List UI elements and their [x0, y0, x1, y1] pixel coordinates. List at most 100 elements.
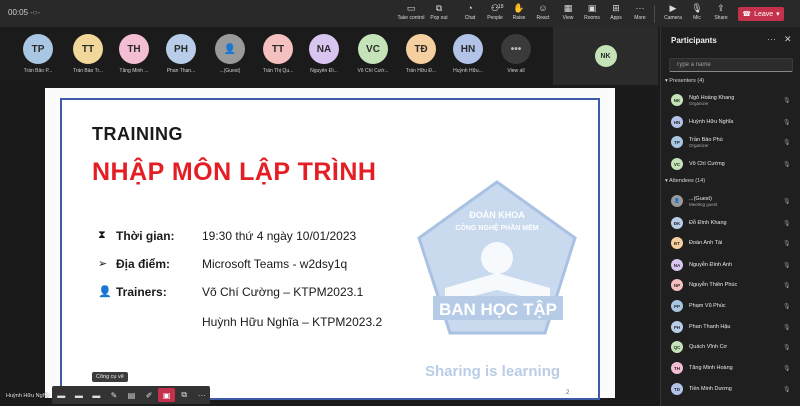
drawing-tool-tooltip: Công cụ vẽ — [92, 372, 128, 382]
participant-row[interactable]: NA Nguyễn Đình Anh 🎙 — [671, 256, 797, 274]
raise-hand-icon: ✋ — [513, 3, 525, 13]
toolbar-more-button[interactable]: ··· — [194, 388, 211, 402]
participant-row[interactable]: HN Huỳnh Hữu Nghĩa 🎙 — [671, 113, 797, 131]
drawing-tool-button[interactable]: ✎ — [106, 388, 123, 402]
mic-off-icon: 🎙 — [783, 365, 791, 372]
laser-pointer-button[interactable]: ▬ — [53, 388, 70, 402]
avatar: NA — [309, 34, 339, 64]
gallery-tile[interactable]: TT Trần Bảo Tr... — [65, 34, 111, 80]
mic-off-icon: 🎙 — [783, 324, 791, 331]
time-label: Thời gian: — [116, 229, 175, 243]
pen-icon: ▬ — [74, 390, 83, 400]
participant-row[interactable]: NP Nguyễn Thiên Phúc 🎙 — [671, 276, 797, 294]
more-icon: ··· — [635, 3, 645, 13]
arrow-button[interactable]: ▬ — [88, 388, 105, 402]
avatar: QC — [671, 341, 683, 353]
avatar: TP — [23, 34, 53, 64]
participant-row[interactable]: TP Trần Bảo Phú Organizer 🎙 — [671, 133, 797, 151]
trainer-1: Võ Chí Cường – KTPM2023.1 — [202, 285, 364, 299]
take-control-icon: ▭ — [406, 3, 416, 13]
location-value: Microsoft Teams - w2dsy1q — [202, 257, 348, 271]
participant-row[interactable]: PP Phạm Vũ Phúc 🎙 — [671, 297, 797, 315]
gallery-tile[interactable]: 👤 ...(Guest) — [207, 34, 253, 80]
mic-off-icon: 🎙 — [783, 119, 791, 126]
mic-off-icon: 🎙 — [783, 262, 791, 269]
gallery-tile[interactable]: PH Phan Than... — [158, 34, 204, 80]
participant-row[interactable]: ĐT Đoàn Anh Tài 🎙 — [671, 234, 797, 252]
participant-row[interactable]: 👤 ...(Guest) Meeting guest 🎙 — [671, 192, 797, 210]
present-button[interactable]: ⧉ — [176, 388, 193, 402]
avatar: VC — [358, 34, 388, 64]
people-count: 18 — [498, 4, 504, 10]
avatar: VC — [671, 158, 683, 170]
gallery-tile[interactable]: TĐ Trần Hữu Đ... — [398, 34, 444, 80]
ban-hoc-tap-logo: ĐOÀN KHOA CÔNG NGHỆ PHẦN MỀM BAN HỌC TẬP — [417, 180, 577, 335]
view-all-button[interactable]: ••• View all — [493, 34, 539, 80]
participant-row[interactable]: QC Quách Vĩnh Cơ 🎙 — [671, 338, 797, 356]
avatar: TD — [671, 383, 683, 395]
avatar: ĐT — [671, 237, 683, 249]
gallery-tile[interactable]: TH Tăng Minh ... — [111, 34, 157, 80]
mic-off-icon: 🎙 — [783, 282, 791, 289]
mic-off-icon: 🎙 — [783, 161, 791, 168]
more-button[interactable]: ··· More — [625, 3, 655, 25]
stop-annotation-button[interactable]: ✐ — [141, 388, 158, 402]
mic-off-icon: 🎙 — [783, 303, 791, 310]
sharing-toolbar: ▬ ▬ ▬ ✎ ▤ ✐ ▣ ⧉ ··· — [52, 386, 210, 404]
attendees-section-header[interactable]: ▾ Attendees (14) — [665, 178, 705, 184]
location-label: Địa điểm: — [116, 257, 171, 271]
chevron-down-icon: ▾ — [776, 11, 780, 18]
avatar: PP — [671, 300, 683, 312]
gallery-tile[interactable]: TP Trần Bảo P... — [15, 34, 61, 80]
pop-out-button[interactable]: ⧉ Pop out — [424, 3, 454, 25]
avatar: TĐ — [406, 34, 436, 64]
spotlight-tile[interactable]: NK — [553, 27, 658, 85]
stop-sharing-button[interactable]: ▣ — [158, 388, 175, 402]
hourglass-icon: ⧗ — [98, 229, 106, 241]
signal-icon: -○- — [30, 8, 41, 17]
rooms-icon: ▣ — [587, 3, 597, 13]
mic-off-icon: 🎙 — [783, 240, 791, 247]
avatar: NK — [594, 45, 617, 67]
avatar: ĐK — [671, 217, 683, 229]
participant-row[interactable]: TH Tăng Minh Hoàng 🎙 — [671, 359, 797, 377]
chevron-down-icon: ▾ — [665, 78, 668, 84]
annotation-icon: ▤ — [127, 390, 136, 400]
pencil-icon: ✎ — [110, 390, 118, 400]
participants-panel: Participants ··· ✕ ▾ Presenters (4) NK N… — [660, 27, 800, 406]
slide-tagline: Sharing is learning — [425, 363, 561, 380]
take-control-button[interactable]: ▭ Take control — [396, 3, 426, 25]
present-icon: ⧉ — [181, 390, 188, 399]
close-icon[interactable]: ✕ — [784, 34, 792, 45]
gallery-tile[interactable]: VC Võ Chí Cườ... — [350, 34, 396, 80]
gallery-tile[interactable]: TT Trần Thị Qu... — [255, 34, 301, 80]
avatar: NA — [671, 259, 683, 271]
participant-row[interactable]: NK Ngô Hoàng Khang Organizer 🎙 — [671, 91, 797, 109]
arrow-icon: ▬ — [92, 390, 101, 400]
pen-button[interactable]: ▬ — [71, 388, 88, 402]
pen-off-icon: ✐ — [145, 390, 153, 400]
participant-row[interactable]: ĐK Đỗ Đình Khang 🎙 — [671, 214, 797, 232]
participant-search-input[interactable] — [669, 58, 793, 72]
react-icon: ☺ — [538, 3, 548, 13]
slide-page-number: 2 — [566, 390, 570, 396]
share-button[interactable]: ⇪ Share — [706, 3, 736, 25]
gallery-tile[interactable]: NA Nguyễn Đì... — [301, 34, 347, 80]
panel-more-button[interactable]: ··· — [767, 34, 776, 44]
chevron-down-icon: ▾ — [665, 178, 668, 184]
gallery-tile[interactable]: HN Huỳnh Hữu... — [445, 34, 491, 80]
panel-title: Participants — [671, 36, 717, 45]
chat-icon: ◔ — [467, 3, 473, 13]
leave-button[interactable]: ☎ Leave ▾ — [738, 7, 784, 21]
participant-row[interactable]: TD Tiền Minh Dương 🎙 — [671, 380, 797, 398]
mic-off-icon: 🎙 — [783, 344, 791, 351]
mic-off-icon: 🎙 — [691, 3, 703, 13]
presenters-section-header[interactable]: ▾ Presenters (4) — [665, 78, 704, 84]
participant-row[interactable]: PH Phan Thanh Hậu 🎙 — [671, 318, 797, 336]
participant-row[interactable]: VC Võ Chí Cường 🎙 — [671, 155, 797, 173]
annotation-button[interactable]: ▤ — [123, 388, 140, 402]
trainers-label: Trainers: — [116, 285, 167, 299]
apps-icon: ⊞ — [612, 3, 620, 13]
avatar: TH — [671, 362, 683, 374]
avatar: NK — [671, 94, 683, 106]
